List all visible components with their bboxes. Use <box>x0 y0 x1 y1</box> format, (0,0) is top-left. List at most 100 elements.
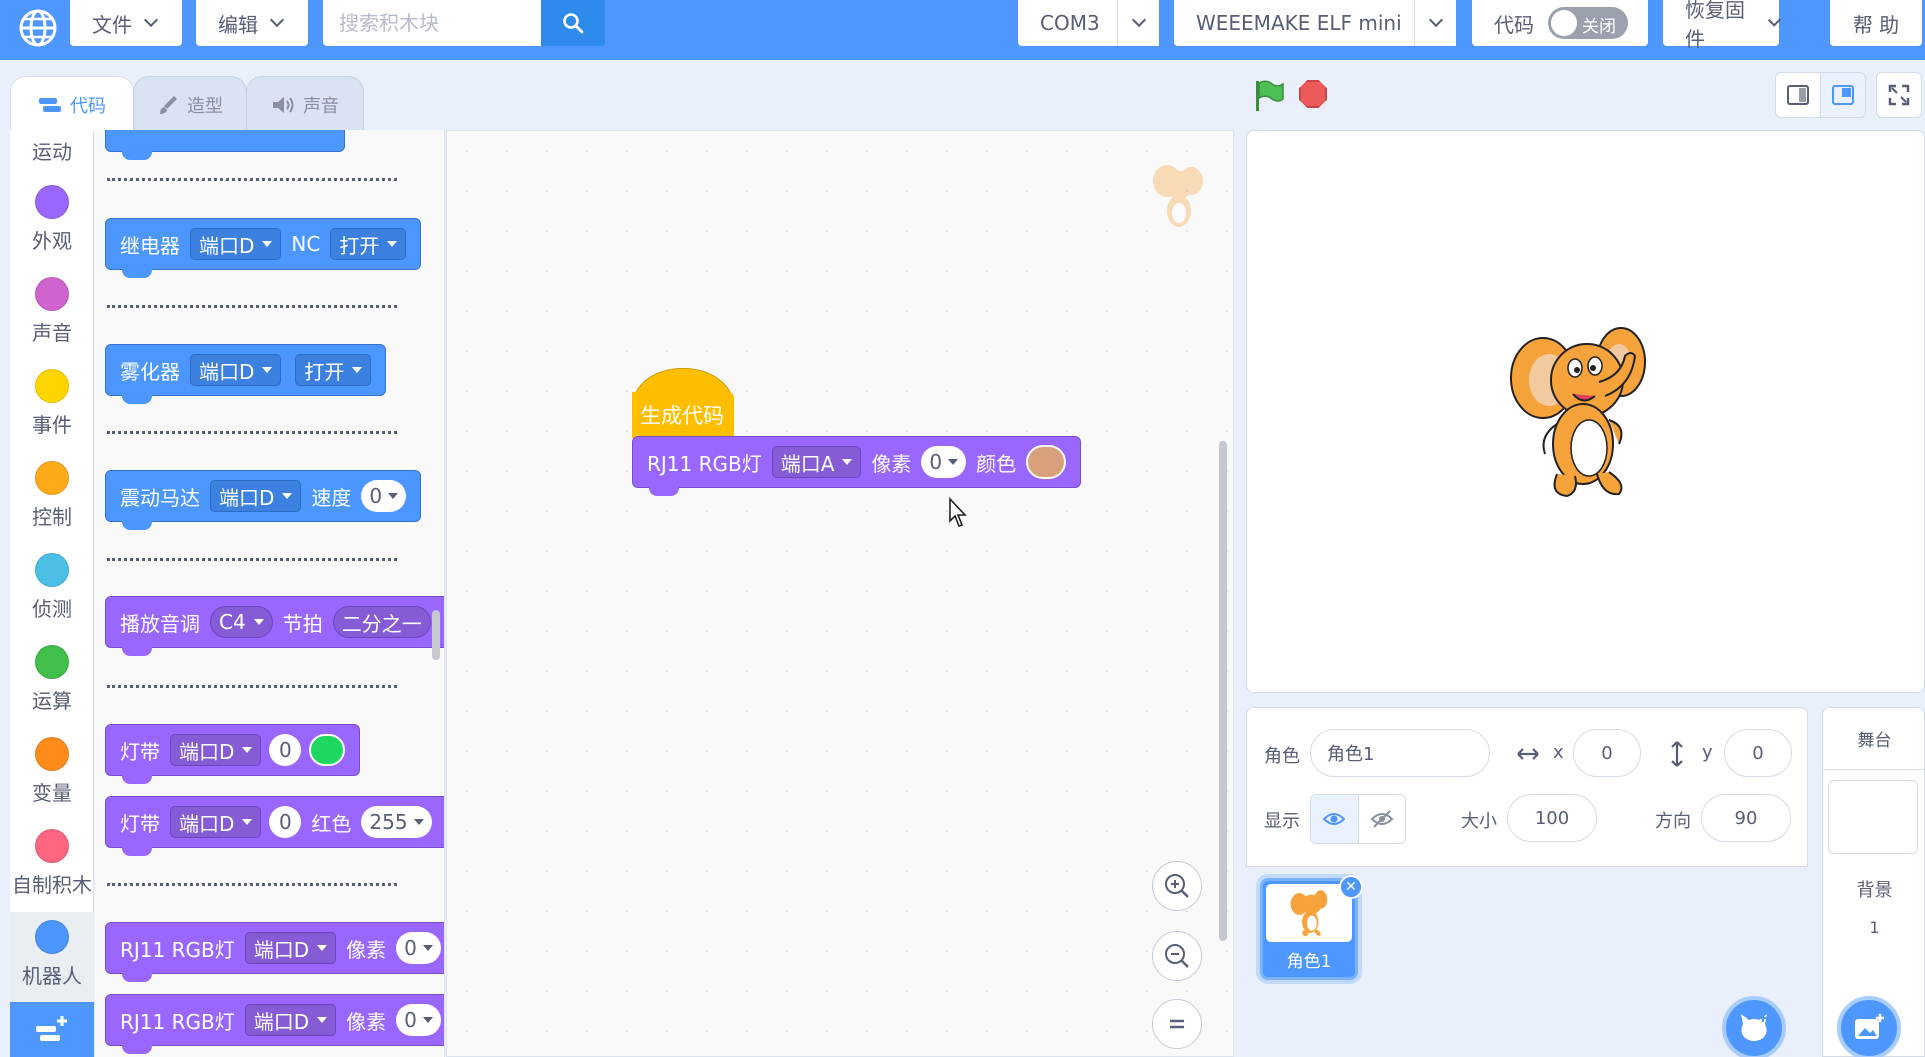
add-backdrop-button[interactable] <box>1837 996 1901 1057</box>
chevron-down-icon <box>1428 12 1443 28</box>
palette-block-atomizer[interactable]: 雾化器 端口D 打开 <box>105 344 387 404</box>
x-value: 0 <box>1601 742 1613 764</box>
port-dropdown[interactable]: 端口D <box>190 228 282 260</box>
workspace-block-rgb-led[interactable]: RJ11 RGB灯 端口A 像素 0 颜色 <box>632 436 1082 496</box>
note-dropdown[interactable]: C4 <box>210 606 273 638</box>
color-swatch[interactable] <box>1026 445 1067 479</box>
workspace-scrollbar[interactable] <box>1219 441 1227 941</box>
color-swatch[interactable] <box>309 734 346 766</box>
tab-costumes[interactable]: 造型 <box>133 76 247 132</box>
category-label: 运算 <box>32 689 72 713</box>
small-stage-button[interactable] <box>1775 72 1821 118</box>
block-search-input[interactable] <box>323 0 541 46</box>
add-extension-button[interactable] <box>10 1002 94 1057</box>
category-variables[interactable]: 变量 <box>10 737 94 806</box>
restore-firmware-menu[interactable]: 恢复固件 <box>1663 0 1782 51</box>
beat-dropdown[interactable]: 二分之一 <box>332 606 431 638</box>
port-dropdown[interactable]: 端口D <box>244 932 337 964</box>
large-stage-button[interactable] <box>1820 72 1866 118</box>
y-value: 0 <box>1752 742 1764 764</box>
index-input[interactable]: 0 <box>269 734 302 766</box>
size-input[interactable]: 100 <box>1507 794 1597 842</box>
category-label: 事件 <box>32 413 72 437</box>
hat-block-body[interactable]: 生成代码 <box>632 392 734 438</box>
search-button[interactable] <box>541 0 605 46</box>
fullscreen-button[interactable] <box>1876 72 1922 118</box>
block-text: RJ11 RGB灯 <box>120 1009 235 1034</box>
pixel-input[interactable]: 0 <box>921 446 967 478</box>
category-operators[interactable]: 运算 <box>10 645 94 714</box>
value-input[interactable]: 255 <box>361 806 432 838</box>
block-text: 继电器 <box>120 233 180 258</box>
port-dropdown[interactable]: 端口D <box>210 480 302 512</box>
x-input[interactable]: 0 <box>1573 729 1641 777</box>
port-dropdown[interactable]: 端口D <box>170 734 262 766</box>
category-sensing[interactable]: 侦测 <box>10 553 94 622</box>
file-menu[interactable]: 文件 <box>70 0 182 46</box>
index-input[interactable]: 0 <box>269 806 302 838</box>
code-toggle-switch[interactable]: 关闭 <box>1548 7 1628 39</box>
backdrop-thumbnail[interactable] <box>1828 780 1918 854</box>
port-dropdown-button[interactable] <box>1117 0 1159 46</box>
palette-block-led-strip-rgb[interactable]: 灯带 端口D 0 红色 255 <box>105 796 444 856</box>
state-dropdown[interactable]: 打开 <box>330 228 407 260</box>
edit-menu[interactable]: 编辑 <box>196 0 308 46</box>
palette-block-rgb-led-2[interactable]: RJ11 RGB灯 端口D 像素 0 <box>105 994 444 1054</box>
zoom-in-button[interactable] <box>1152 861 1202 911</box>
block-text: RJ11 RGB灯 <box>120 937 235 962</box>
palette-block-play-tone[interactable]: 播放音调 C4 节拍 二分之一 <box>105 596 444 656</box>
sprite-name-input[interactable]: 角色1 <box>1310 729 1490 777</box>
palette-block-led-strip-color[interactable]: 灯带 端口D 0 <box>105 724 361 784</box>
category-events[interactable]: 事件 <box>10 369 94 438</box>
direction-input[interactable]: 90 <box>1701 794 1791 842</box>
delete-sprite-button[interactable]: ✕ <box>1339 875 1363 899</box>
backdrop-label: 背景 <box>1856 880 1893 901</box>
zoom-out-button[interactable] <box>1152 931 1202 981</box>
pixel-input[interactable]: 0 <box>396 932 441 964</box>
port-dropdown[interactable]: 端口D <box>170 806 262 838</box>
show-label: 显示 <box>1264 811 1300 832</box>
pixel-input[interactable]: 0 <box>396 1004 441 1036</box>
input-value: 0 <box>404 936 417 960</box>
green-flag-icon[interactable] <box>1252 79 1286 113</box>
palette-scrollbar[interactable] <box>432 610 440 660</box>
device-dropdown-button[interactable] <box>1414 0 1456 46</box>
port-dropdown[interactable]: 端口A <box>771 446 862 478</box>
add-sprite-button[interactable] <box>1722 996 1786 1057</box>
tab-code[interactable]: 代码 <box>10 76 134 132</box>
state-dropdown[interactable]: 打开 <box>295 354 372 386</box>
edit-menu-label: 编辑 <box>218 12 258 37</box>
category-control[interactable]: 控制 <box>10 461 94 530</box>
tab-sounds[interactable]: 声音 <box>246 76 364 132</box>
category-label: 声音 <box>32 321 72 345</box>
category-looks[interactable]: 外观 <box>10 185 94 254</box>
dropdown-value: 端口D <box>253 937 310 962</box>
category-motion[interactable]: 运动 <box>10 130 94 165</box>
block-text: 灯带 <box>120 739 160 764</box>
stage-canvas[interactable] <box>1246 130 1925 693</box>
port-dropdown[interactable]: 端口D <box>190 354 282 386</box>
elephant-sprite[interactable] <box>1509 316 1655 506</box>
size-value: 100 <box>1534 807 1570 829</box>
block-text: 震动马达 <box>120 485 200 510</box>
show-sprite-button[interactable] <box>1311 795 1359 843</box>
stage-target-title: 舞台 <box>1857 731 1892 751</box>
speed-input[interactable]: 0 <box>361 480 407 512</box>
port-dropdown[interactable]: 端口D <box>244 1004 337 1036</box>
palette-block-partial[interactable] <box>105 130 345 160</box>
stop-sign-icon[interactable] <box>1299 80 1327 108</box>
fullscreen-icon <box>1888 84 1910 106</box>
y-input[interactable]: 0 <box>1724 729 1792 777</box>
zoom-reset-button[interactable] <box>1152 999 1202 1049</box>
help-button[interactable]: 帮 助 <box>1830 0 1922 46</box>
language-globe-icon[interactable] <box>14 4 62 52</box>
palette-block-relay[interactable]: 继电器 端口D NC 打开 <box>105 218 422 278</box>
sprite-thumbnail[interactable]: 角色1 ✕ <box>1260 875 1363 980</box>
category-sound[interactable]: 声音 <box>10 277 94 346</box>
category-my-blocks[interactable]: 自制积木 <box>10 829 94 898</box>
hide-sprite-button[interactable] <box>1359 795 1406 843</box>
script-workspace[interactable] <box>446 130 1234 1057</box>
palette-block-rgb-led-1[interactable]: RJ11 RGB灯 端口D 像素 0 <box>105 922 444 982</box>
palette-block-vibration-motor[interactable]: 震动马达 端口D 速度 0 <box>105 470 422 530</box>
category-robot[interactable]: 机器人 <box>10 912 94 1004</box>
